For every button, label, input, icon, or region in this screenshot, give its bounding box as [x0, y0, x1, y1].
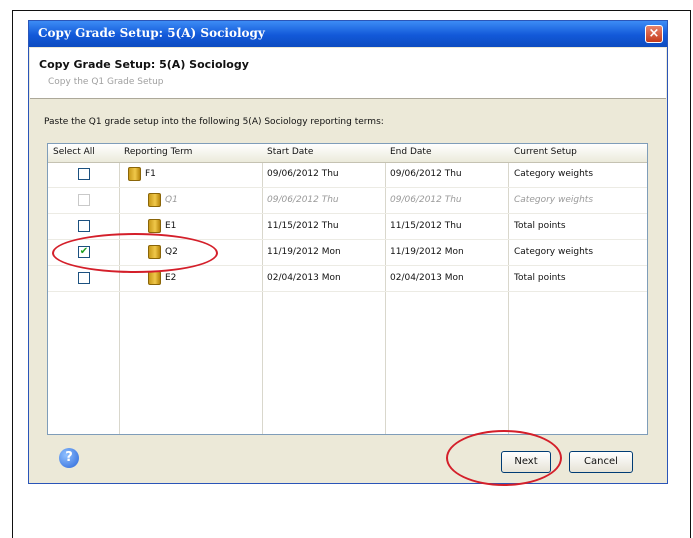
reporting-terms-table: Select All Reporting Term Start Date End…: [47, 143, 648, 435]
end-date: 09/06/2012 Thu: [390, 195, 462, 205]
start-date: 11/19/2012 Mon: [267, 247, 341, 257]
current-setup: Total points: [514, 221, 566, 231]
current-setup: Total points: [514, 273, 566, 283]
column-header-current-setup[interactable]: Current Setup: [514, 147, 577, 157]
close-button[interactable]: ×: [645, 25, 663, 43]
term-name: E1: [165, 221, 177, 231]
folder-icon: [148, 219, 161, 233]
cancel-button[interactable]: Cancel: [569, 451, 633, 473]
term-name: E2: [165, 273, 177, 283]
copy-grade-setup-dialog: Copy Grade Setup: 5(A) Sociology × Copy …: [28, 20, 668, 486]
folder-icon: [148, 271, 161, 285]
current-setup: Category weights: [514, 195, 594, 205]
folder-icon: [148, 193, 161, 207]
row-checkbox[interactable]: [78, 220, 90, 232]
term-name: F1: [145, 169, 156, 179]
column-header-reporting-term[interactable]: Reporting Term: [124, 147, 192, 157]
start-date: 02/04/2013 Mon: [267, 273, 341, 283]
highlight-ellipse-q2: [52, 233, 218, 273]
window-title: Copy Grade Setup: 5(A) Sociology: [38, 26, 265, 40]
folder-icon: [128, 167, 141, 181]
table-row-q1: Q1 09/06/2012 Thu 09/06/2012 Thu Categor…: [48, 189, 647, 214]
end-date: 02/04/2013 Mon: [390, 273, 464, 283]
table-header: Select All Reporting Term Start Date End…: [48, 144, 647, 163]
start-date: 09/06/2012 Thu: [267, 195, 339, 205]
row-checkbox: [78, 194, 90, 206]
term-name: Q1: [165, 195, 178, 205]
row-checkbox[interactable]: [78, 168, 90, 180]
column-header-start-date[interactable]: Start Date: [267, 147, 313, 157]
row-checkbox[interactable]: [78, 272, 90, 284]
start-date: 11/15/2012 Thu: [267, 221, 339, 231]
column-header-select-all[interactable]: Select All: [53, 147, 95, 157]
table-row-f1: F1 09/06/2012 Thu 09/06/2012 Thu Categor…: [48, 163, 647, 188]
end-date: 11/15/2012 Thu: [390, 221, 462, 231]
end-date: 11/19/2012 Mon: [390, 247, 464, 257]
current-setup: Category weights: [514, 247, 594, 257]
start-date: 09/06/2012 Thu: [267, 169, 339, 179]
help-icon[interactable]: ?: [59, 448, 79, 468]
highlight-ellipse-next: [446, 430, 562, 486]
end-date: 09/06/2012 Thu: [390, 169, 462, 179]
dialog-subheading: Copy the Q1 Grade Setup: [48, 77, 164, 87]
dialog-header: Copy Grade Setup: 5(A) Sociology Copy th…: [30, 48, 666, 98]
column-header-end-date[interactable]: End Date: [390, 147, 431, 157]
title-bar: Copy Grade Setup: 5(A) Sociology ×: [29, 21, 667, 47]
header-divider: [30, 98, 666, 99]
dialog-heading: Copy Grade Setup: 5(A) Sociology: [39, 58, 249, 71]
current-setup: Category weights: [514, 169, 594, 179]
instructions-text: Paste the Q1 grade setup into the follow…: [44, 117, 384, 127]
